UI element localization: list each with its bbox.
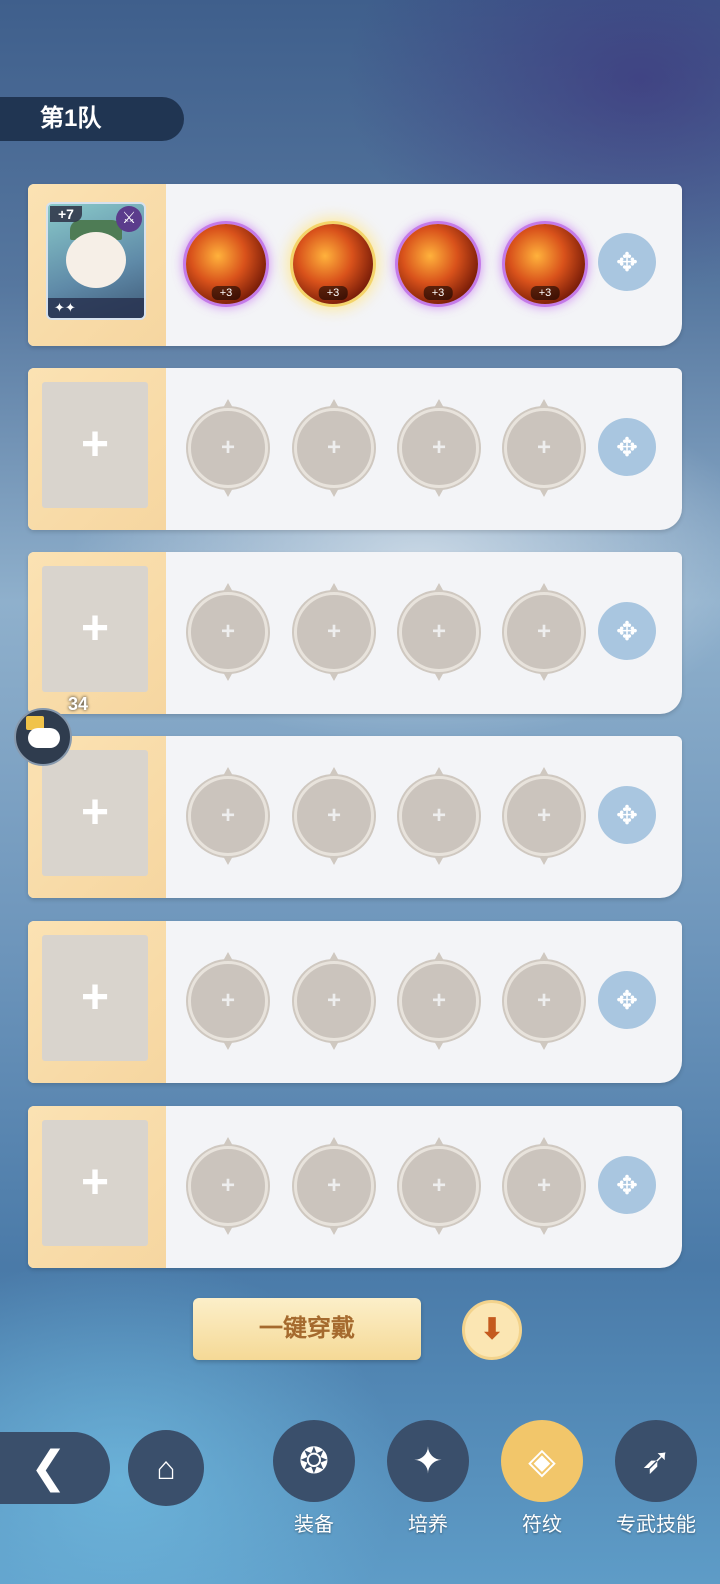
plus-icon: + [326,802,341,829]
home-icon: ⌂ [156,1450,176,1486]
move-arrows-icon[interactable]: ✥ [598,786,656,844]
add-hero-slot[interactable]: + [42,566,148,692]
plus-icon: + [220,987,235,1014]
rune-slot-empty[interactable]: + [188,1146,268,1226]
dice-icon: ◈ [501,1420,583,1502]
hero-level: +7 [50,206,82,222]
move-arrows-icon[interactable]: ✥ [598,971,656,1029]
team-slot-row-5: + + + + + ✥ [28,921,682,1083]
paw-icon: ❂ [273,1420,355,1502]
rune-slot-empty[interactable]: + [504,592,584,672]
team-slot-row-2: + + + + + ✥ [28,368,682,530]
team-slot-row-1: +7 ⚔ ✦✦ +3 +3 +3 +3 ✥ [28,184,682,346]
plus-icon: + [80,602,110,655]
plus-icon: + [536,987,551,1014]
plus-icon: + [80,786,110,839]
card-icon: ✦ [387,1420,469,1502]
plus-icon: + [431,434,446,461]
one-key-equip-button[interactable]: 一键穿戴 [193,1298,421,1360]
rune-slot-4[interactable]: +3 [505,224,585,304]
rune-slot-2[interactable]: +3 [293,224,373,304]
nav-equipment[interactable]: ❂ 装备 [272,1420,356,1537]
rune-slot-1[interactable]: +3 [186,224,266,304]
move-arrows-icon[interactable]: ✥ [598,233,656,291]
nav-train[interactable]: ✦ 培养 [386,1420,470,1537]
rune-slot-empty[interactable]: + [188,408,268,488]
plus-icon: + [326,987,341,1014]
rune-slot-empty[interactable]: + [399,592,479,672]
weapon-icon: ➶ [615,1420,697,1502]
plus-icon: + [220,618,235,645]
nav-rune[interactable]: ◈ 符纹 [500,1420,584,1537]
plus-icon: + [431,1172,446,1199]
plus-icon: + [80,418,110,471]
back-button[interactable]: ❮ [0,1432,110,1504]
down-arrow-icon[interactable]: ⬇ [462,1300,522,1360]
plus-icon: + [220,1172,235,1199]
rune-slot-empty[interactable]: + [399,776,479,856]
rune-slot-empty[interactable]: + [294,1146,374,1226]
rune-slot-empty[interactable]: + [504,961,584,1041]
team-slot-row-4: + + + + + ✥ [28,736,682,898]
move-arrows-icon[interactable]: ✥ [598,1156,656,1214]
rune-slot-empty[interactable]: + [294,408,374,488]
add-hero-slot[interactable]: + [42,1120,148,1246]
move-arrows-icon[interactable]: ✥ [598,602,656,660]
rune-slot-empty[interactable]: + [294,961,374,1041]
plus-icon: + [220,434,235,461]
rune-slot-empty[interactable]: + [294,592,374,672]
plus-icon: + [220,802,235,829]
team-tab[interactable]: 第1队 [0,97,184,141]
add-hero-slot[interactable]: + [42,750,148,876]
rune-slot-empty[interactable]: + [399,961,479,1041]
rune-slot-empty[interactable]: + [188,961,268,1041]
rune-slot-empty[interactable]: + [399,408,479,488]
rune-slot-empty[interactable]: + [399,1146,479,1226]
plus-icon: + [80,1156,110,1209]
plus-icon: + [326,434,341,461]
rune-slot-empty[interactable]: + [188,776,268,856]
home-button[interactable]: ⌂ [128,1430,204,1506]
chat-bubble-button[interactable]: 34 [14,694,88,766]
chat-count: 34 [68,694,89,714]
plus-icon: + [326,618,341,645]
rune-slot-empty[interactable]: + [294,776,374,856]
plus-icon: + [536,618,551,645]
hero-stars: ✦✦ [48,298,144,318]
add-hero-slot[interactable]: + [42,935,148,1061]
rune-slot-3[interactable]: +3 [398,224,478,304]
plus-icon: + [80,971,110,1024]
hero-portrait[interactable]: +7 ⚔ ✦✦ [46,202,146,320]
plus-icon: + [431,618,446,645]
plus-icon: + [431,987,446,1014]
plus-icon: + [536,1172,551,1199]
add-hero-slot[interactable]: + [42,382,148,508]
plus-icon: + [536,434,551,461]
rune-slot-empty[interactable]: + [504,408,584,488]
chat-icon [28,728,60,748]
nav-exclusive-skill[interactable]: ➶ 专武技能 [614,1420,698,1537]
rune-slot-empty[interactable]: + [188,592,268,672]
dagger-icon: ⚔ [116,206,142,232]
team-slot-row-3: + + + + + ✥ [28,552,682,714]
plus-icon: + [536,802,551,829]
team-slot-row-6: + + + + + ✥ [28,1106,682,1268]
move-arrows-icon[interactable]: ✥ [598,418,656,476]
rune-slot-empty[interactable]: + [504,776,584,856]
chevron-left-icon: ❮ [30,1443,67,1492]
rune-slot-empty[interactable]: + [504,1146,584,1226]
plus-icon: + [326,1172,341,1199]
plus-icon: + [431,802,446,829]
